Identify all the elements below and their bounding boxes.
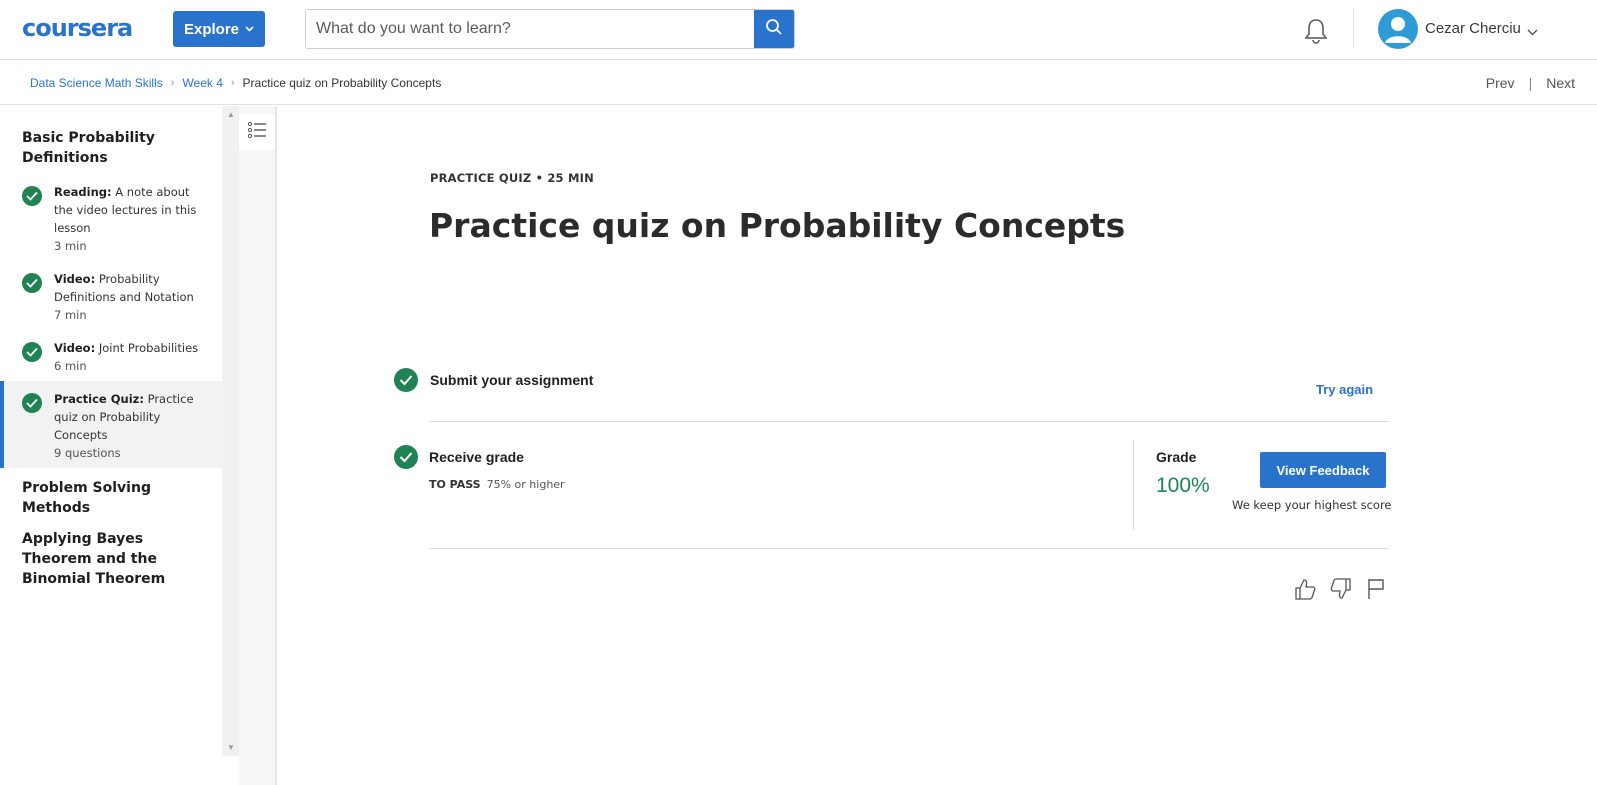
- passing-requirement: TO PASS 75% or higher: [429, 478, 565, 491]
- receive-grade-label: Receive grade: [429, 449, 524, 465]
- nav-separator: |: [1528, 75, 1533, 91]
- explore-button[interactable]: Explore: [173, 11, 265, 47]
- sidebar-section-title[interactable]: Applying Bayes Theorem and the Binomial …: [0, 529, 222, 589]
- user-avatar[interactable]: [1378, 9, 1418, 49]
- prev-next-nav: Prev | Next: [1486, 75, 1575, 91]
- sidebar-item-meta: 6 min: [54, 359, 87, 373]
- sidebar-item-video-definitions[interactable]: Video: Probability Definitions and Notat…: [0, 261, 222, 330]
- breadcrumb-bar: Data Science Math Skills › Week 4 › Prac…: [0, 60, 1597, 105]
- thumbs-up-icon[interactable]: [1294, 577, 1316, 601]
- next-link[interactable]: Next: [1546, 75, 1575, 91]
- sidebar-item-video-joint[interactable]: Video: Joint Probabilities 6 min: [0, 330, 222, 381]
- sidebar-item-reading[interactable]: Reading: A note about the video lectures…: [0, 174, 222, 261]
- grade-value: 100%: [1156, 474, 1210, 497]
- sidebar-item-label: Video: Probability Definitions and Notat…: [54, 272, 194, 304]
- page-title: Practice quiz on Probability Concepts: [429, 206, 1126, 245]
- sidebar-section-title[interactable]: Problem Solving Methods: [0, 478, 222, 518]
- explore-label: Explore: [183, 20, 240, 38]
- sidebar-item-meta: 3 min: [54, 239, 87, 253]
- notifications-bell-icon[interactable]: [1303, 17, 1329, 45]
- header-divider: [1353, 8, 1354, 48]
- search-bar: [305, 9, 795, 49]
- outline-rail: [239, 106, 277, 785]
- scroll-down-arrow-icon[interactable]: ▼: [227, 743, 235, 752]
- highest-score-note: We keep your highest score: [1232, 498, 1392, 512]
- top-navigation-bar: coursera Explore Cezar Cherciu: [0, 0, 1597, 60]
- submit-complete-check-icon: [394, 368, 418, 392]
- completed-check-icon: [22, 186, 42, 206]
- chevron-down-icon: [245, 24, 254, 35]
- section-divider: [429, 421, 1389, 422]
- sidebar-scrollbar[interactable]: ▲ ▼: [222, 106, 239, 756]
- sidebar-item-meta: 7 min: [54, 308, 87, 322]
- completed-check-icon: [22, 273, 42, 293]
- completed-check-icon: [22, 393, 42, 413]
- submit-assignment-label: Submit your assignment: [430, 372, 594, 388]
- outline-toggle-button[interactable]: [239, 114, 275, 150]
- search-input[interactable]: [306, 10, 754, 48]
- lesson-sidebar: Basic Probability Definitions Reading: A…: [0, 106, 222, 756]
- grade-label: Grade: [1156, 449, 1197, 465]
- thumbs-down-icon[interactable]: [1330, 577, 1352, 601]
- try-again-link[interactable]: Try again: [1316, 382, 1373, 397]
- quiz-eyebrow: PRACTICE QUIZ • 25 MIN: [430, 171, 594, 185]
- breadcrumb-current: Practice quiz on Probability Concepts: [242, 76, 442, 90]
- chevron-down-icon[interactable]: [1527, 23, 1538, 41]
- sidebar-item-label: Video: Joint Probabilities: [54, 341, 199, 355]
- breadcrumb-course-link[interactable]: Data Science Math Skills: [30, 76, 163, 90]
- chevron-right-icon: ›: [230, 77, 235, 89]
- view-feedback-button[interactable]: View Feedback: [1260, 452, 1386, 488]
- coursera-logo[interactable]: coursera: [22, 14, 133, 42]
- scroll-up-arrow-icon[interactable]: ▲: [227, 110, 235, 119]
- completed-check-icon: [22, 342, 42, 362]
- chevron-right-icon: ›: [170, 77, 175, 89]
- section-divider: [429, 548, 1389, 549]
- sidebar-item-meta: 9 questions: [54, 446, 121, 460]
- sidebar-item-label: Practice Quiz: Practice quiz on Probabil…: [54, 392, 194, 442]
- search-button[interactable]: [754, 10, 794, 48]
- sidebar-section-title[interactable]: Basic Probability Definitions: [0, 128, 222, 168]
- breadcrumb: Data Science Math Skills › Week 4 › Prac…: [30, 76, 441, 90]
- flag-icon[interactable]: [1367, 577, 1385, 601]
- sidebar-item-label: Reading: A note about the video lectures…: [54, 185, 197, 235]
- grade-complete-check-icon: [394, 445, 418, 469]
- sidebar-item-practice-quiz[interactable]: Practice Quiz: Practice quiz on Probabil…: [0, 381, 222, 468]
- user-name[interactable]: Cezar Cherciu: [1425, 20, 1521, 37]
- search-icon: [765, 18, 783, 41]
- list-icon: [247, 121, 267, 144]
- prev-link[interactable]: Prev: [1486, 75, 1515, 91]
- grade-divider: [1133, 440, 1134, 530]
- breadcrumb-week-link[interactable]: Week 4: [182, 76, 222, 90]
